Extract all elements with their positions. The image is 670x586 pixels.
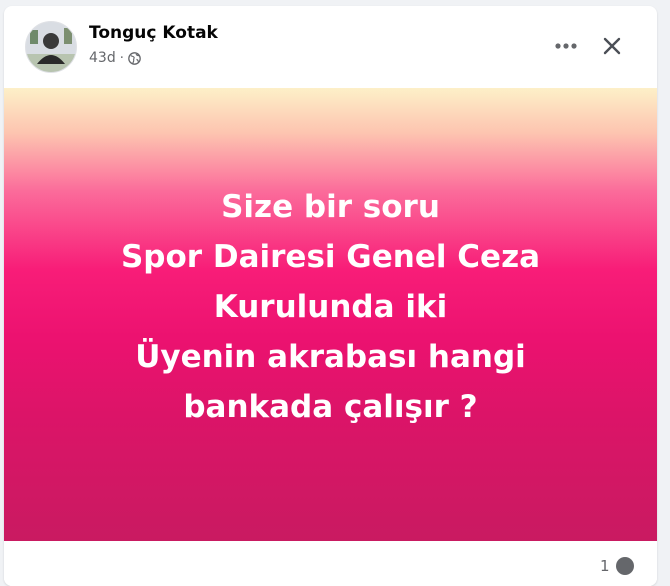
author-name[interactable]: Tonguç Kotak bbox=[89, 23, 218, 43]
more-horizontal-icon bbox=[555, 43, 577, 49]
reaction-icon[interactable] bbox=[616, 557, 634, 575]
globe-icon bbox=[128, 51, 141, 65]
close-icon bbox=[603, 37, 621, 55]
post-header: Tonguç Kotak 43d · bbox=[4, 6, 657, 88]
reaction-count[interactable]: 1 bbox=[600, 557, 610, 575]
meta-separator: · bbox=[119, 50, 124, 66]
post-time[interactable]: 43d bbox=[89, 50, 116, 66]
post-text-line: Size bir soru bbox=[221, 188, 440, 225]
post-text-line: Spor Dairesi Genel Ceza bbox=[120, 238, 541, 275]
close-button[interactable] bbox=[592, 26, 632, 66]
post-card: Tonguç Kotak 43d · Size bir soru Spor Da… bbox=[4, 6, 657, 586]
post-background: Size bir soru Spor Dairesi Genel Ceza Ku… bbox=[4, 88, 657, 541]
post-footer: 1 bbox=[4, 541, 657, 586]
post-text-line: bankada çalışır ? bbox=[183, 388, 478, 425]
post-text-line: Kurulunda iki bbox=[213, 288, 448, 325]
more-options-button[interactable] bbox=[548, 28, 584, 64]
post-text-line: Üyenin akrabası hangi bbox=[135, 338, 526, 375]
profile-photo-icon bbox=[26, 22, 76, 72]
post-text: Size bir soru Spor Dairesi Genel Ceza Ku… bbox=[121, 182, 540, 432]
avatar[interactable] bbox=[25, 21, 77, 73]
post-meta: 43d · bbox=[89, 50, 141, 66]
